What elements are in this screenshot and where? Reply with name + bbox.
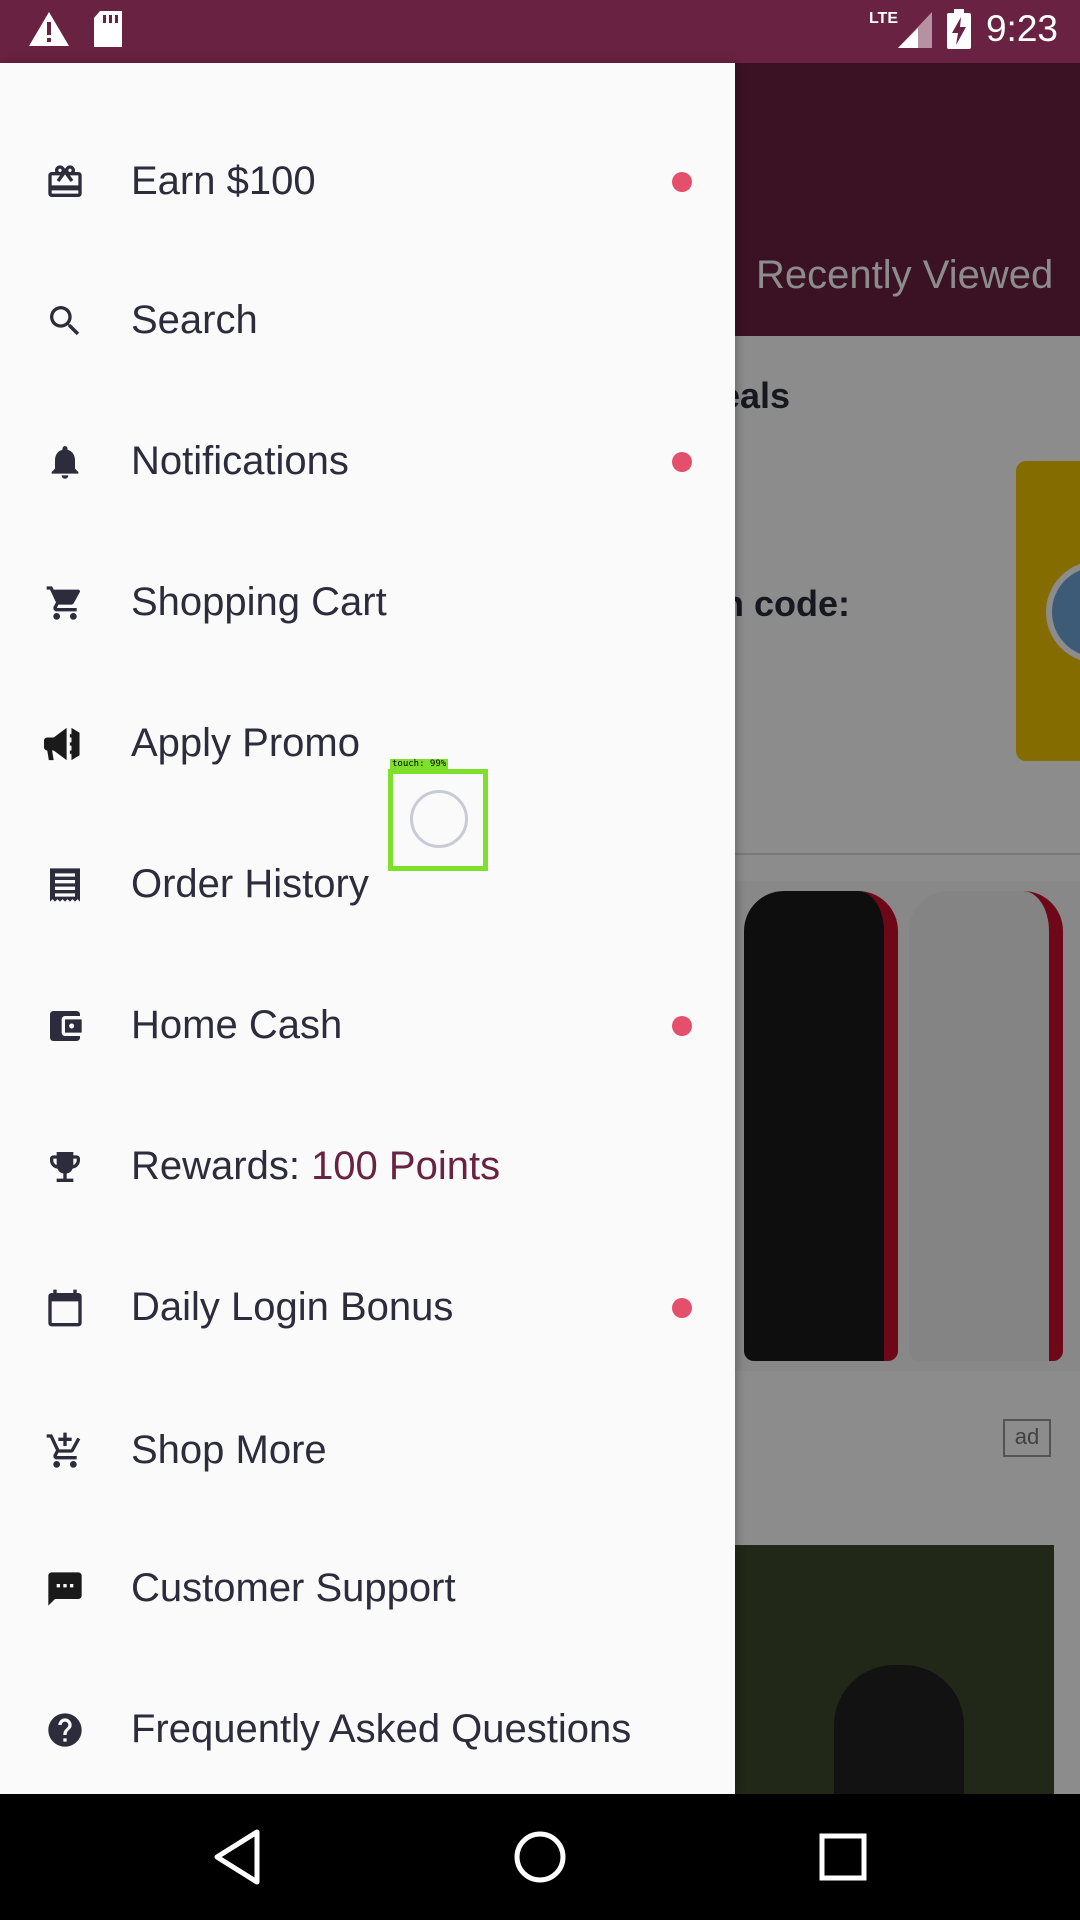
menu-item-apply-promo[interactable]: Apply Promo (0, 673, 735, 814)
menu-label: Rewards: 100 Points (131, 1144, 500, 1189)
touch-indicator-label: touch: 99% (390, 759, 449, 770)
menu-item-order-history[interactable]: Order History (0, 814, 735, 955)
menu-item-search[interactable]: Search (0, 250, 735, 391)
menu-item-shop-more[interactable]: Shop More (0, 1380, 735, 1521)
touch-indicator-circle (410, 790, 468, 848)
rewards-points: 100 Points (311, 1144, 501, 1188)
network-type: LTE (868, 10, 898, 27)
menu-label: Shop More (131, 1428, 327, 1472)
back-icon[interactable] (205, 1824, 271, 1890)
megaphone-icon (44, 723, 86, 765)
recents-icon[interactable] (810, 1824, 876, 1890)
notification-dot (672, 1015, 692, 1036)
menu-label: Shopping Cart (131, 580, 387, 624)
notification-dot (672, 451, 692, 472)
menu-label: Order History (131, 862, 369, 906)
menu-item-notifications[interactable]: Notifications (0, 391, 735, 532)
menu-label: Earn $100 (131, 159, 316, 203)
menu-label: Customer Support (131, 1566, 456, 1610)
menu-label: Search (131, 298, 258, 342)
menu-item-earn[interactable]: Earn $100 (0, 111, 735, 252)
status-bar: LTE 9:23 (0, 0, 1080, 63)
trophy-icon (44, 1146, 86, 1188)
menu-item-rewards[interactable]: Rewards: 100 Points (0, 1096, 735, 1237)
gift-icon (44, 161, 86, 203)
chat-icon (44, 1568, 86, 1610)
search-icon (44, 300, 86, 342)
notification-dot (672, 171, 692, 192)
menu-label: Home Cash (131, 1003, 343, 1047)
help-icon (44, 1709, 86, 1751)
menu-label: Daily Login Bonus (131, 1285, 454, 1329)
navigation-drawer: Earn $100 Search Notifications Shopping … (0, 63, 735, 1794)
system-nav-bar (0, 1794, 1080, 1920)
clock: 9:23 (985, 8, 1058, 49)
menu-label: Frequently Asked Questions (131, 1707, 632, 1751)
warning-icon (29, 12, 69, 46)
calendar-icon (44, 1287, 86, 1329)
wallet-icon (44, 1005, 86, 1047)
rewards-label: Rewards: (131, 1144, 312, 1188)
signal-icon (897, 12, 932, 48)
battery-charging-icon (946, 9, 971, 49)
sd-card-icon (94, 11, 122, 47)
menu-item-faq[interactable]: Frequently Asked Questions (0, 1659, 735, 1800)
menu-item-shopping-cart[interactable]: Shopping Cart (0, 532, 735, 673)
menu-item-customer-support[interactable]: Customer Support (0, 1518, 735, 1659)
home-icon[interactable] (507, 1824, 573, 1890)
menu-label: Apply Promo (131, 721, 360, 765)
menu-label: Notifications (131, 439, 349, 483)
cart-icon (44, 582, 86, 624)
menu-item-home-cash[interactable]: Home Cash (0, 955, 735, 1096)
add-cart-icon (44, 1430, 86, 1472)
menu-item-daily-login-bonus[interactable]: Daily Login Bonus (0, 1237, 735, 1378)
bell-icon (44, 441, 86, 483)
receipt-icon (44, 864, 86, 906)
notification-dot (672, 1297, 692, 1318)
